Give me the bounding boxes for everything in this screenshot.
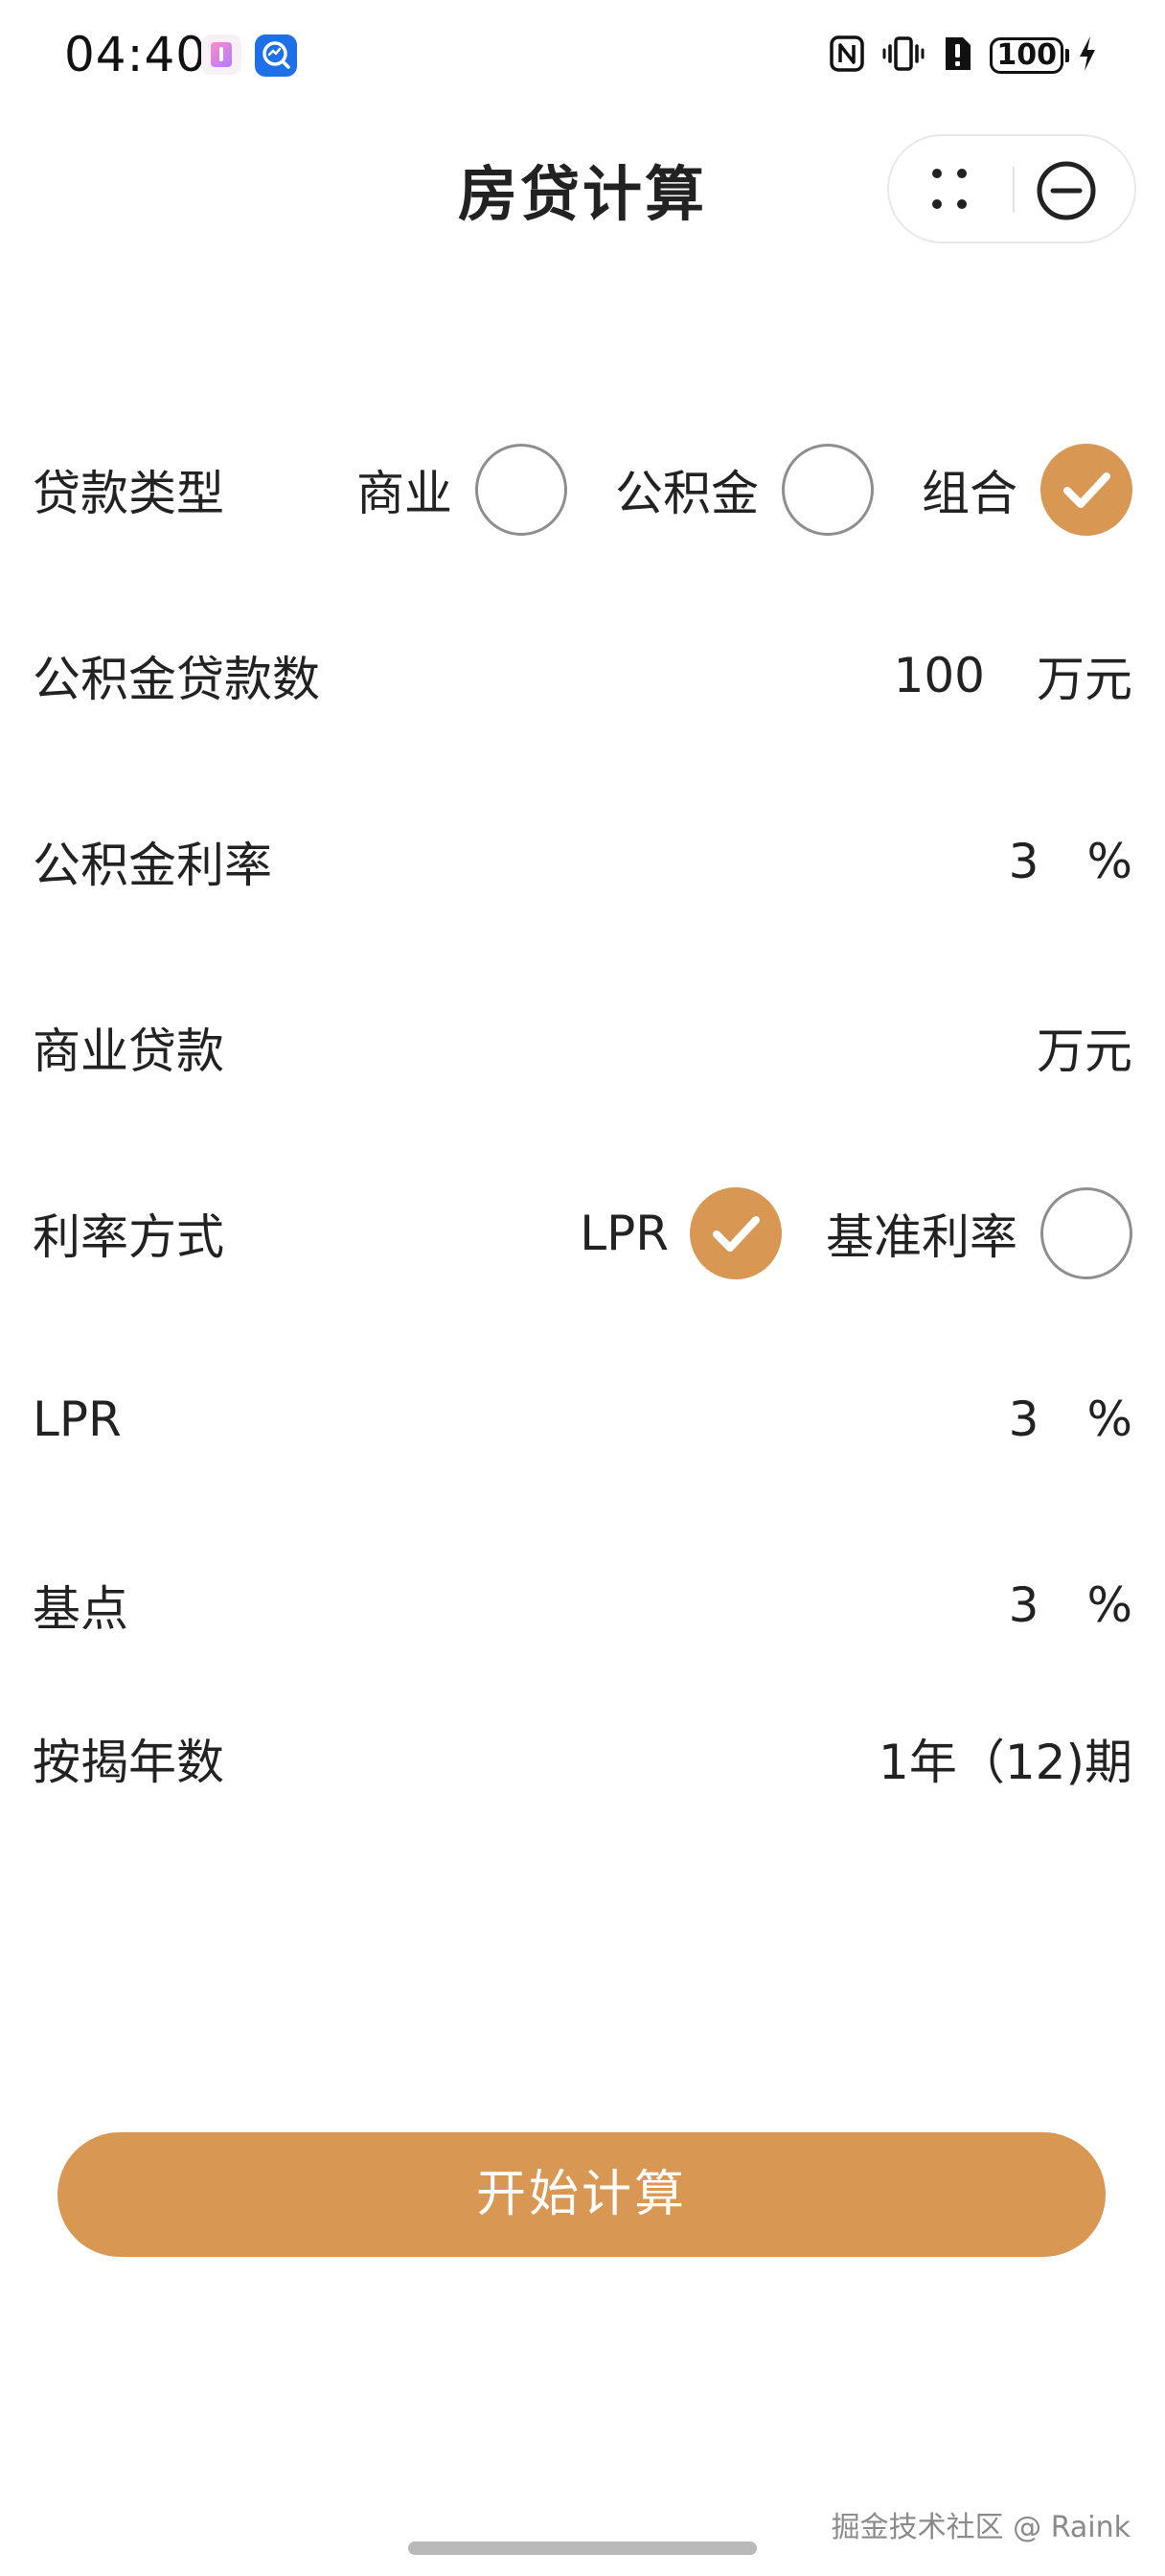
capsule-divider xyxy=(1013,167,1015,213)
fund-amount-input[interactable]: 100 xyxy=(894,648,985,703)
radio-checked-icon[interactable] xyxy=(1040,444,1132,536)
start-calculate-button[interactable]: 开始计算 xyxy=(57,2132,1106,2257)
vibrate-icon xyxy=(882,34,925,77)
more-dots-icon[interactable] xyxy=(918,157,981,220)
app-search-icon xyxy=(255,34,297,77)
loan-type-option-commercial[interactable]: 商业 xyxy=(356,444,567,536)
rate-mode-row: 利率方式 LPR 基准利率 xyxy=(33,1181,1132,1286)
fund-amount-row: 公积金贷款数 100 万元 xyxy=(33,623,1132,728)
app-notification-icon xyxy=(201,34,241,75)
mortgage-years-picker[interactable]: 1年（12)期 xyxy=(879,1724,1132,1793)
commercial-amount-label: 商业贷款 xyxy=(33,1024,224,1079)
alert-icon xyxy=(942,34,972,77)
fund-rate-input[interactable]: 3 xyxy=(1009,834,1039,889)
status-icons: 100 xyxy=(829,34,1098,77)
basis-points-row: 基点 3 % xyxy=(33,1552,1132,1658)
rate-mode-label: 利率方式 xyxy=(33,1209,224,1265)
option-label: 基准利率 xyxy=(826,1209,1017,1265)
loan-type-option-combined[interactable]: 组合 xyxy=(922,444,1132,536)
loan-type-option-fund[interactable]: 公积金 xyxy=(615,444,874,536)
commercial-amount-unit: 万元 xyxy=(1037,1024,1132,1079)
basis-points-unit: % xyxy=(1086,1577,1132,1633)
mortgage-years-row: 按揭年数 1年（12)期 xyxy=(33,1706,1132,1811)
mortgage-years-label: 按揭年数 xyxy=(33,1735,224,1790)
lpr-row: LPR 3 % xyxy=(33,1367,1132,1472)
loan-type-label: 贷款类型 xyxy=(33,466,224,521)
radio-unchecked-icon[interactable] xyxy=(782,444,874,536)
battery-icon: 100 xyxy=(990,37,1069,74)
fund-rate-row: 公积金利率 3 % xyxy=(33,809,1132,914)
watermark: 掘金技术社区 @ Raink xyxy=(831,2511,1131,2544)
lpr-input[interactable]: 3 xyxy=(1009,1392,1039,1447)
status-time: 04:40 xyxy=(64,27,208,82)
rate-mode-options: LPR 基准利率 xyxy=(580,1181,1132,1286)
radio-unchecked-icon[interactable] xyxy=(475,444,567,536)
option-label: 公积金 xyxy=(615,466,759,521)
basis-points-label: 基点 xyxy=(33,1581,128,1637)
lpr-unit: % xyxy=(1086,1392,1132,1447)
close-circle-icon[interactable] xyxy=(1033,157,1100,224)
radio-unchecked-icon[interactable] xyxy=(1040,1187,1132,1279)
home-indicator[interactable] xyxy=(408,2542,757,2555)
loan-type-row: 贷款类型 商业 公积金 组合 xyxy=(33,437,1132,542)
rate-mode-option-lpr[interactable]: LPR xyxy=(580,1187,782,1279)
option-label: 商业 xyxy=(356,466,452,521)
radio-checked-icon[interactable] xyxy=(690,1187,782,1279)
option-label: LPR xyxy=(580,1206,669,1261)
fund-rate-unit: % xyxy=(1086,834,1132,889)
loan-type-options: 商业 公积金 组合 xyxy=(356,437,1132,542)
menu-capsule xyxy=(887,134,1136,243)
fund-amount-unit: 万元 xyxy=(1037,652,1132,707)
option-label: 组合 xyxy=(922,466,1017,521)
basis-points-input[interactable]: 3 xyxy=(1009,1577,1039,1633)
commercial-amount-row: 商业贷款 万元 xyxy=(33,995,1132,1100)
fund-amount-label: 公积金贷款数 xyxy=(33,652,320,707)
rate-mode-option-benchmark[interactable]: 基准利率 xyxy=(826,1187,1132,1279)
nfc-icon xyxy=(829,34,865,77)
charging-icon xyxy=(1077,34,1098,77)
lpr-label: LPR xyxy=(33,1392,122,1447)
battery-level: 100 xyxy=(990,37,1063,74)
fund-rate-label: 公积金利率 xyxy=(33,838,272,893)
